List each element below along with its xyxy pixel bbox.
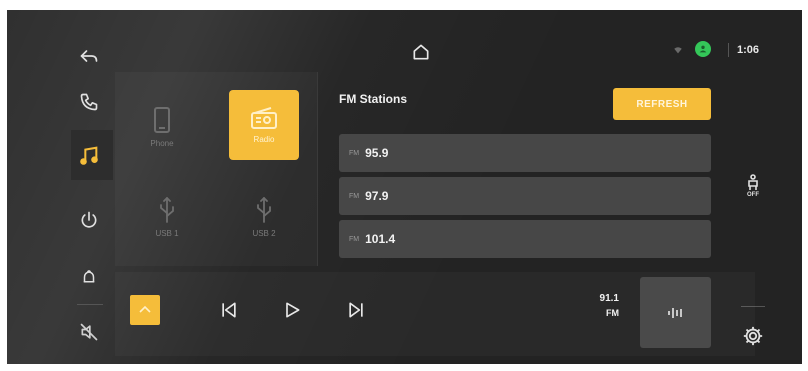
station-item[interactable]: FM 95.9 bbox=[339, 134, 711, 172]
station-band: FM bbox=[349, 235, 360, 243]
skip-next-icon bbox=[349, 302, 363, 318]
play-button[interactable] bbox=[277, 295, 307, 325]
notifications-button[interactable] bbox=[71, 260, 107, 296]
clock-time: 1:06 bbox=[737, 44, 760, 56]
now-playing-band: FM bbox=[606, 308, 619, 318]
profile-status-icon[interactable] bbox=[695, 41, 711, 57]
source-usb-2[interactable]: USB 2 bbox=[229, 182, 299, 252]
station-frequency: 97.9 bbox=[365, 189, 389, 203]
wifi-icon bbox=[674, 47, 682, 54]
power-icon bbox=[81, 211, 97, 228]
phone-button[interactable] bbox=[71, 84, 107, 120]
home-button[interactable] bbox=[409, 40, 433, 64]
source-usb-2-label: USB 2 bbox=[252, 228, 276, 238]
back-arrow-icon bbox=[80, 50, 98, 62]
back-button[interactable] bbox=[71, 38, 107, 74]
source-usb-1-label: USB 1 bbox=[155, 228, 179, 238]
source-usb-1[interactable]: USB 1 bbox=[132, 182, 202, 252]
header-divider bbox=[728, 43, 729, 57]
power-button[interactable] bbox=[71, 202, 107, 238]
audio-wave-icon bbox=[667, 307, 682, 318]
bell-icon bbox=[83, 270, 95, 283]
rail-divider bbox=[77, 304, 103, 305]
station-item[interactable]: FM 101.4 bbox=[339, 220, 711, 258]
skip-previous-icon bbox=[222, 302, 236, 318]
station-frequency: 101.4 bbox=[365, 232, 396, 246]
seat-heater-button[interactable]: OFF bbox=[741, 170, 765, 202]
stations-title: FM Stations bbox=[339, 92, 407, 106]
panel-divider bbox=[317, 72, 318, 266]
source-radio-label: Radio bbox=[253, 134, 275, 144]
music-button[interactable] bbox=[71, 138, 107, 174]
source-phone[interactable]: Phone bbox=[127, 92, 197, 162]
station-frequency: 95.9 bbox=[365, 146, 389, 160]
next-button[interactable] bbox=[341, 295, 371, 325]
usb-icon bbox=[257, 196, 271, 223]
album-art-thumbnail[interactable] bbox=[130, 295, 160, 325]
station-band: FM bbox=[349, 149, 360, 157]
seat-heater-icon bbox=[748, 174, 758, 190]
previous-button[interactable] bbox=[214, 295, 244, 325]
phone-device-icon bbox=[154, 106, 170, 133]
audio-settings-button[interactable] bbox=[640, 277, 711, 348]
music-note-icon bbox=[80, 146, 98, 165]
station-item[interactable]: FM 97.9 bbox=[339, 177, 711, 215]
radio-icon bbox=[251, 106, 277, 129]
now-playing: 91.1 FM bbox=[589, 293, 619, 318]
infotainment-screen: 1:06 Phone Radio USB 1 USB 2 FM Stations… bbox=[7, 10, 802, 364]
refresh-button[interactable]: REFRESH bbox=[613, 88, 711, 120]
station-band: FM bbox=[349, 192, 360, 200]
source-phone-label: Phone bbox=[150, 138, 174, 148]
now-playing-frequency: 91.1 bbox=[599, 293, 619, 304]
play-icon bbox=[286, 302, 300, 318]
source-radio[interactable]: Radio bbox=[229, 90, 299, 160]
seat-heater-label: OFF bbox=[747, 192, 759, 198]
mute-button[interactable] bbox=[71, 314, 107, 350]
usb-icon bbox=[160, 196, 174, 223]
home-icon bbox=[413, 44, 429, 60]
volume-mute-icon bbox=[80, 323, 98, 341]
wifi-indicator bbox=[672, 44, 684, 56]
phone-icon bbox=[80, 93, 98, 111]
